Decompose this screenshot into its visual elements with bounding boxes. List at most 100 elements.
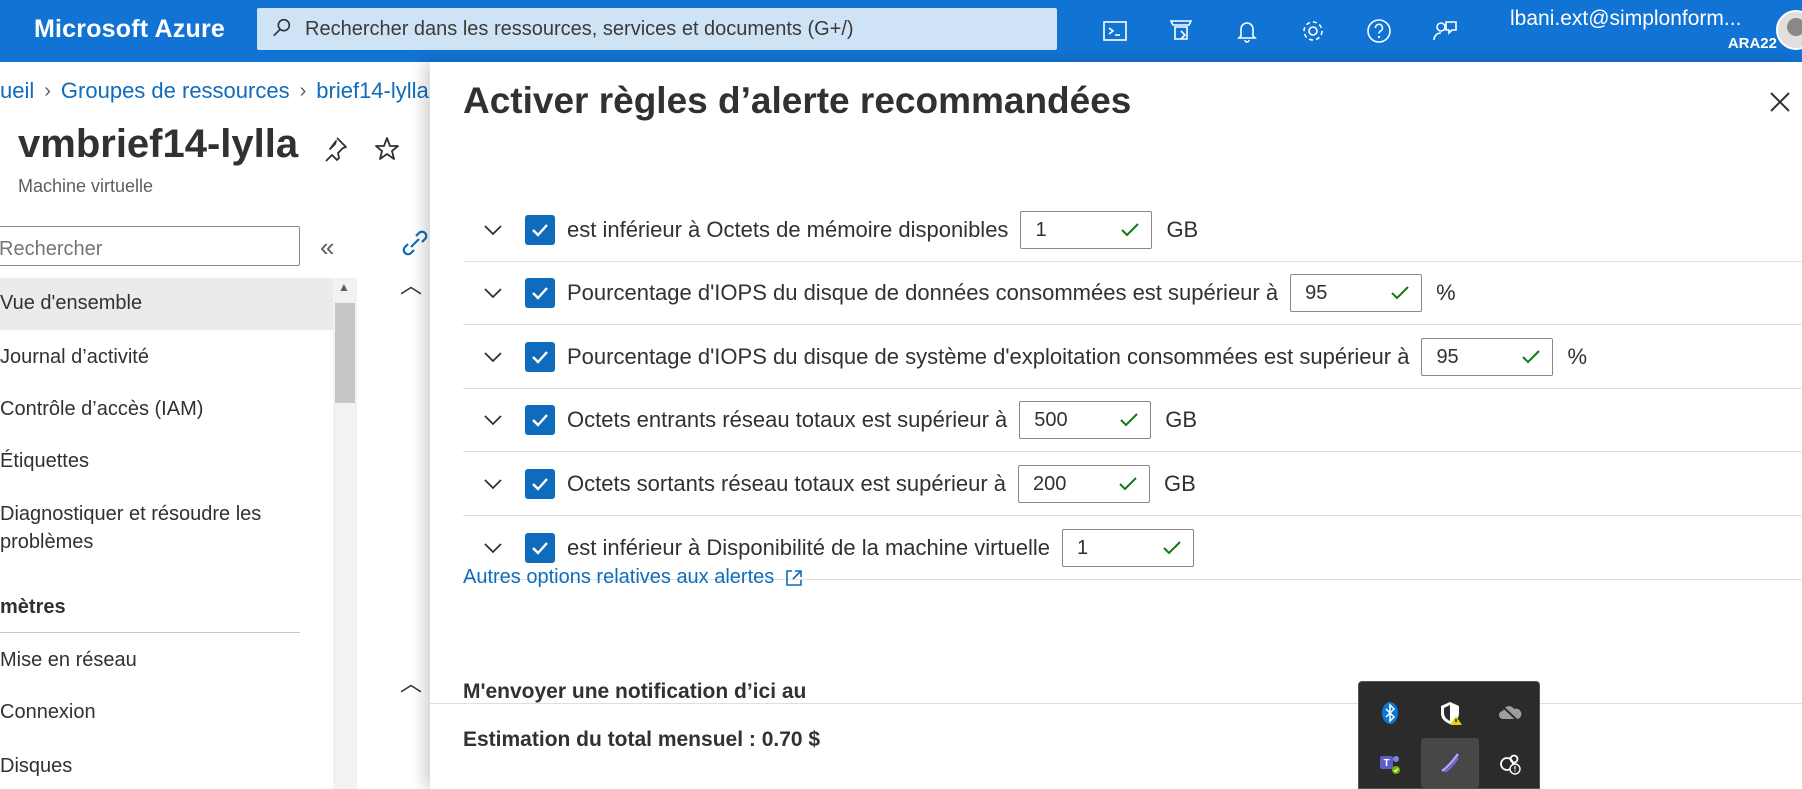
chevron-down-icon[interactable]	[481, 408, 505, 432]
panel-title: Activer règles d’alerte recommandées	[463, 80, 1132, 121]
chevron-down-icon[interactable]	[481, 472, 505, 496]
search-icon	[271, 16, 293, 43]
rule-label: Octets entrants réseau totaux est supéri…	[567, 407, 1008, 432]
check-icon	[532, 414, 548, 427]
threshold-input[interactable]: 95	[1421, 338, 1554, 376]
alert-rule-row: Octets sortants réseau totaux est supéri…	[463, 453, 1802, 516]
check-icon	[532, 287, 548, 300]
valid-check-icon	[1121, 223, 1140, 237]
alert-rule-row: Pourcentage d'IOPS du disque de système …	[463, 326, 1802, 389]
security-warning-icon[interactable]	[1421, 688, 1479, 738]
page-title: vmbrief14-lylla	[18, 122, 299, 166]
pen-icon[interactable]	[1421, 738, 1479, 788]
chevron-up-icon[interactable]: ︿	[400, 268, 422, 300]
rule-label: Octets sortants réseau totaux est supéri…	[567, 471, 1007, 496]
cloud-shell-icon[interactable]	[1096, 12, 1134, 50]
onedrive-offline-icon[interactable]	[1481, 688, 1539, 738]
alert-rules-panel: Activer règles d’alerte recommandées est…	[430, 62, 1802, 789]
valid-check-icon	[1119, 477, 1137, 491]
notifications-icon[interactable]	[1228, 12, 1266, 50]
global-search-input[interactable]	[305, 17, 1045, 41]
monthly-estimate: Estimation du total mensuel : 0.70 $	[463, 728, 821, 751]
system-tray-flyout: T	[1358, 681, 1540, 789]
rule-label: Pourcentage d'IOPS du disque de données …	[567, 280, 1279, 305]
global-search[interactable]	[257, 8, 1057, 50]
check-icon	[532, 478, 548, 491]
breadcrumb-resource-groups[interactable]: Groupes de ressources	[61, 78, 290, 104]
more-alert-options-link[interactable]: Autres options relatives aux alertes	[463, 566, 804, 589]
check-icon	[532, 224, 548, 237]
rule-label: est inférieur à Disponibilité de la mach…	[567, 535, 1051, 560]
collapse-sidebar-icon[interactable]: «	[320, 232, 334, 263]
rule-checkbox[interactable]	[525, 278, 555, 308]
sidebar-item-connect[interactable]: Connexion	[0, 701, 333, 724]
account-name[interactable]: lbani.ext@simplonform...	[1510, 7, 1741, 31]
external-link-icon	[786, 569, 803, 586]
valid-check-icon	[1522, 350, 1541, 364]
sidebar-item-tags[interactable]: Étiquettes	[0, 450, 333, 473]
breadcrumb-home[interactable]: ueil	[0, 78, 34, 104]
chevron-right-icon: ›	[44, 79, 51, 102]
account-directory[interactable]: ARA22	[1728, 35, 1777, 52]
unit-label: GB	[1164, 471, 1196, 496]
chevron-down-icon[interactable]	[481, 218, 505, 242]
sidebar-search-input[interactable]	[0, 226, 300, 266]
unit-label: %	[1436, 280, 1456, 305]
chevron-down-icon[interactable]	[481, 345, 505, 369]
sidebar-item-disks[interactable]: Disques	[0, 755, 333, 778]
threshold-input[interactable]: 200	[1018, 465, 1151, 503]
sidebar-item-iam[interactable]: Contrôle d’accès (IAM)	[0, 398, 333, 421]
star-icon[interactable]	[372, 134, 402, 164]
rule-label: est inférieur à Octets de mémoire dispon…	[567, 217, 1009, 242]
chevron-up-icon[interactable]: ︿	[400, 666, 422, 698]
check-icon	[532, 542, 548, 555]
sidebar-item-activity-log[interactable]: Journal d’activité	[0, 346, 333, 369]
scrollbar-thumb[interactable]	[335, 303, 355, 403]
footer-divider	[430, 703, 1802, 704]
breadcrumb-resource-group[interactable]: brief14-lylla	[316, 78, 429, 104]
avatar[interactable]	[1776, 10, 1802, 50]
threshold-input[interactable]: 500	[1019, 401, 1152, 439]
chevron-right-icon: ›	[299, 79, 307, 102]
alert-rule-row: est inférieur à Octets de mémoire dispon…	[463, 199, 1802, 262]
check-icon	[532, 351, 548, 364]
svg-text:T: T	[1383, 758, 1389, 769]
sidebar-item-diagnose[interactable]: Diagnostiquer et résoudre les problèmes	[0, 500, 290, 556]
rule-checkbox[interactable]	[525, 405, 555, 435]
directory-filter-icon[interactable]	[1162, 12, 1200, 50]
help-icon[interactable]	[1360, 12, 1398, 50]
unit-label: %	[1567, 344, 1587, 369]
bluetooth-icon[interactable]	[1361, 688, 1419, 738]
pin-icon[interactable]	[320, 134, 350, 164]
brand-logo[interactable]: Microsoft Azure	[34, 15, 225, 44]
chevron-down-icon[interactable]	[481, 536, 505, 560]
valid-check-icon	[1163, 541, 1181, 555]
link-icon[interactable]	[400, 228, 430, 258]
breadcrumb: ueil › Groupes de ressources › brief14-l…	[0, 72, 430, 112]
threshold-input[interactable]: 95	[1290, 274, 1423, 312]
top-bar: Microsoft Azure lbani.ext@simplonform...…	[0, 0, 1802, 62]
rule-checkbox[interactable]	[525, 342, 555, 372]
sidebar-item-overview[interactable]: Vue d'ensemble	[0, 278, 333, 330]
feedback-icon[interactable]	[1426, 12, 1464, 50]
close-icon[interactable]	[1766, 88, 1794, 116]
valid-check-icon	[1391, 286, 1409, 300]
sidebar-divider	[0, 632, 300, 633]
rule-checkbox[interactable]	[525, 469, 555, 499]
rule-checkbox[interactable]	[525, 215, 555, 245]
unit-label: GB	[1165, 407, 1198, 432]
page-subtitle: Machine virtuelle	[18, 176, 154, 196]
threshold-input[interactable]: 1	[1020, 211, 1153, 249]
settings-icon[interactable]	[1294, 12, 1332, 50]
notification-label: M'envoyer une notification d’ici au	[463, 680, 807, 703]
sidebar-item-networking[interactable]: Mise en réseau	[0, 649, 333, 672]
teams-icon[interactable]: T	[1361, 738, 1419, 788]
sidebar-scrollbar[interactable]: ▲	[333, 278, 357, 789]
chevron-down-icon[interactable]	[481, 281, 505, 305]
threshold-input[interactable]: 1	[1062, 529, 1195, 567]
valid-check-icon	[1120, 413, 1138, 427]
steam-icon[interactable]	[1481, 738, 1539, 788]
scroll-up-icon[interactable]: ▲	[338, 280, 350, 294]
rule-checkbox[interactable]	[525, 533, 555, 563]
sidebar-section-title: mètres	[0, 596, 66, 618]
